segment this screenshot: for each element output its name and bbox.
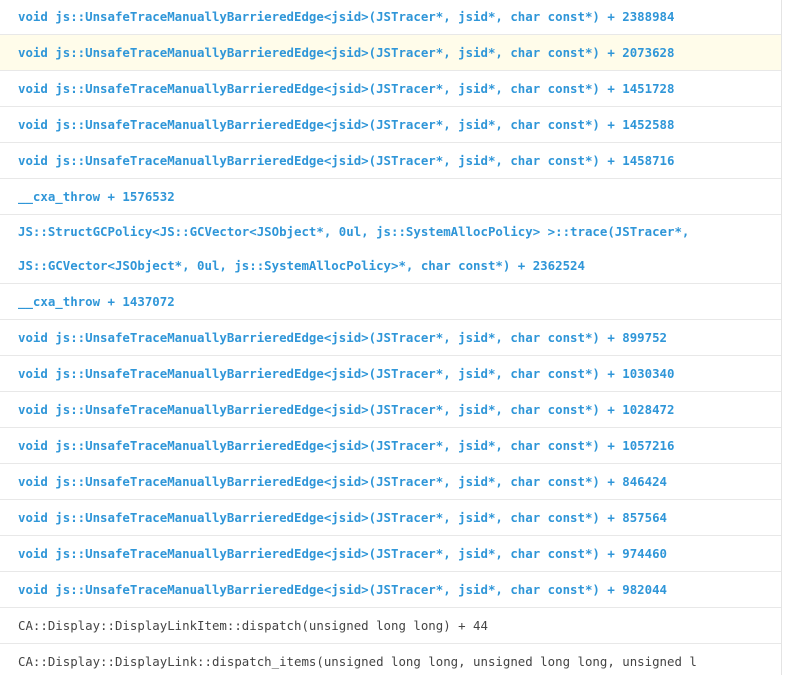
stack-trace-list: void js::UnsafeTraceManuallyBarrieredEdg… [0,0,782,675]
stack-frame-row[interactable]: void js::UnsafeTraceManuallyBarrieredEdg… [0,392,781,428]
stack-frame-symbol[interactable]: void js::UnsafeTraceManuallyBarrieredEdg… [18,402,674,417]
stack-frame-row[interactable]: CA::Display::DisplayLinkItem::dispatch(u… [0,608,781,644]
stack-frame-row[interactable]: void js::UnsafeTraceManuallyBarrieredEdg… [0,500,781,536]
stack-frame-row[interactable]: void js::UnsafeTraceManuallyBarrieredEdg… [0,536,781,572]
stack-frame-symbol[interactable]: __cxa_throw + 1437072 [18,294,175,309]
stack-frame-symbol[interactable]: void js::UnsafeTraceManuallyBarrieredEdg… [18,153,674,168]
stack-frame-symbol: CA::Display::DisplayLink::dispatch_items… [18,654,697,669]
stack-frame-row[interactable]: void js::UnsafeTraceManuallyBarrieredEdg… [0,0,781,35]
stack-frame-symbol[interactable]: void js::UnsafeTraceManuallyBarrieredEdg… [18,438,674,453]
stack-frame-symbol[interactable]: JS::StructGCPolicy<JS::GCVector<JSObject… [18,215,763,283]
stack-frame-row[interactable]: void js::UnsafeTraceManuallyBarrieredEdg… [0,107,781,143]
stack-frame-symbol[interactable]: void js::UnsafeTraceManuallyBarrieredEdg… [18,474,667,489]
stack-frame-row[interactable]: void js::UnsafeTraceManuallyBarrieredEdg… [0,356,781,392]
stack-frame-row[interactable]: void js::UnsafeTraceManuallyBarrieredEdg… [0,572,781,608]
stack-frame-row[interactable]: __cxa_throw + 1576532 [0,179,781,215]
stack-frame-symbol[interactable]: void js::UnsafeTraceManuallyBarrieredEdg… [18,330,667,345]
stack-frame-symbol[interactable]: void js::UnsafeTraceManuallyBarrieredEdg… [18,546,667,561]
stack-frame-row[interactable]: void js::UnsafeTraceManuallyBarrieredEdg… [0,35,781,71]
stack-frame-row[interactable]: void js::UnsafeTraceManuallyBarrieredEdg… [0,71,781,107]
stack-frame-row[interactable]: void js::UnsafeTraceManuallyBarrieredEdg… [0,464,781,500]
stack-frame-symbol: CA::Display::DisplayLinkItem::dispatch(u… [18,618,488,633]
stack-frame-symbol[interactable]: __cxa_throw + 1576532 [18,189,175,204]
stack-frame-row[interactable]: __cxa_throw + 1437072 [0,284,781,320]
stack-frame-row[interactable]: CA::Display::DisplayLink::dispatch_items… [0,644,781,675]
stack-frame-symbol[interactable]: void js::UnsafeTraceManuallyBarrieredEdg… [18,582,667,597]
stack-frame-row[interactable]: void js::UnsafeTraceManuallyBarrieredEdg… [0,143,781,179]
stack-frame-symbol[interactable]: void js::UnsafeTraceManuallyBarrieredEdg… [18,117,674,132]
stack-frame-row[interactable]: void js::UnsafeTraceManuallyBarrieredEdg… [0,320,781,356]
stack-frame-row[interactable]: JS::StructGCPolicy<JS::GCVector<JSObject… [0,215,781,284]
stack-frame-symbol[interactable]: void js::UnsafeTraceManuallyBarrieredEdg… [18,366,674,381]
stack-frame-row[interactable]: void js::UnsafeTraceManuallyBarrieredEdg… [0,428,781,464]
stack-frame-symbol[interactable]: void js::UnsafeTraceManuallyBarrieredEdg… [18,45,674,60]
stack-frame-symbol[interactable]: void js::UnsafeTraceManuallyBarrieredEdg… [18,81,674,96]
stack-frame-symbol[interactable]: void js::UnsafeTraceManuallyBarrieredEdg… [18,9,674,24]
stack-frame-symbol[interactable]: void js::UnsafeTraceManuallyBarrieredEdg… [18,510,667,525]
